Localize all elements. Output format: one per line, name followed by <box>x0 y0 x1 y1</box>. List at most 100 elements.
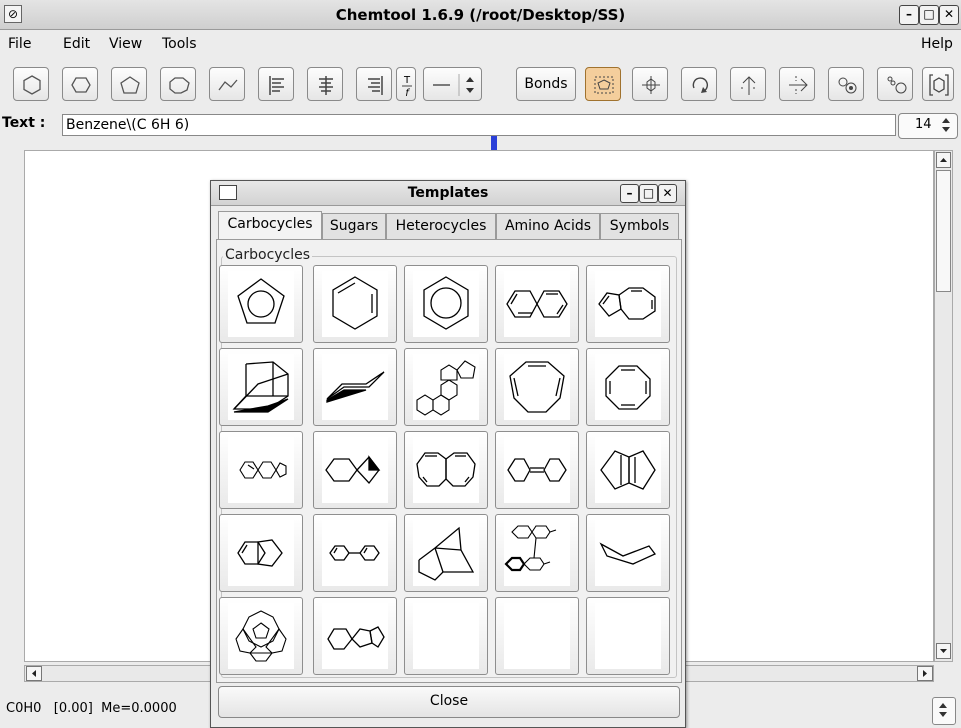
tab-symbols[interactable]: Symbols <box>600 213 679 240</box>
template-small-fused-rings[interactable] <box>219 431 303 509</box>
hexagon-tool-button[interactable] <box>13 67 49 101</box>
polycyclic-cage-icon <box>235 610 287 662</box>
align-left-button[interactable] <box>258 67 294 101</box>
scroll-right-icon[interactable] <box>917 666 933 681</box>
cyclooctatetraene-icon <box>605 365 651 410</box>
scroll-up-icon[interactable] <box>936 152 951 168</box>
binaphthyl-icon <box>504 525 557 572</box>
chain-icon <box>218 79 238 91</box>
text-orientation-icon: T f <box>402 75 412 99</box>
tab-amino-acids[interactable]: Amino Acids <box>496 213 600 240</box>
steroid-skeleton-icon <box>416 360 476 416</box>
vertical-scrollbar[interactable] <box>934 150 953 662</box>
font-size-spinner[interactable]: 14 <box>898 113 958 139</box>
chair-cyclohexane-icon <box>326 371 385 403</box>
biphenyl-icon <box>329 545 380 561</box>
select-icon <box>594 76 614 94</box>
chain-tool-button[interactable] <box>209 67 245 101</box>
rotate-tool-button[interactable] <box>681 67 717 101</box>
pentagon-tool-button[interactable] <box>111 67 147 101</box>
spinner-arrows-icon[interactable] <box>939 114 953 136</box>
template-spiro-compound[interactable] <box>313 431 397 509</box>
close-button[interactable]: Close <box>218 686 680 718</box>
status-text: C0H0 [0.00] Me=0.0000 <box>6 701 177 716</box>
template-empty-1[interactable] <box>404 597 488 675</box>
menu-edit[interactable]: Edit <box>63 36 90 52</box>
template-polycyclic-cage[interactable] <box>219 597 303 675</box>
move-tool-button[interactable] <box>632 67 668 101</box>
dialog-title-bar[interactable]: Templates – □ ✕ <box>211 181 685 206</box>
template-cycloheptatriene[interactable] <box>495 348 579 426</box>
bicycloheptatriene-icon <box>507 458 567 482</box>
template-benzene[interactable] <box>404 265 488 343</box>
add-hydrogen-button[interactable] <box>828 67 864 101</box>
minimize-icon[interactable]: – <box>899 5 919 25</box>
templates-dialog: Templates – □ ✕ Carbocycles Sugars Heter… <box>210 180 686 728</box>
template-naphthalene[interactable] <box>495 265 579 343</box>
zoom-spinner-icon <box>939 703 947 717</box>
template-cyclooctatetraene[interactable] <box>586 348 670 426</box>
svg-text:f: f <box>405 88 410 99</box>
title-bar[interactable]: ⊘ Chemtool 1.6.9 (/root/Desktop/SS) – □ … <box>0 0 961 30</box>
heptalene-icon <box>416 452 476 487</box>
small-fused-rings-icon <box>239 461 287 479</box>
template-heptalene[interactable] <box>404 431 488 509</box>
dialog-minimize-icon[interactable]: – <box>620 184 639 203</box>
template-button[interactable] <box>922 67 954 101</box>
align-center-button[interactable] <box>307 67 343 101</box>
text-input[interactable] <box>62 114 896 136</box>
scroll-left-icon[interactable] <box>26 666 42 681</box>
template-azulene[interactable] <box>586 265 670 343</box>
text-orientation-button[interactable]: T f <box>396 67 416 101</box>
menu-help[interactable]: Help <box>921 36 953 52</box>
window-title: Chemtool 1.6.9 (/root/Desktop/SS) <box>335 6 626 24</box>
hexagon-horizontal-tool-button[interactable] <box>62 67 98 101</box>
align-right-icon <box>368 76 383 95</box>
heptagon-tool-button[interactable] <box>160 67 196 101</box>
template-adamantane[interactable] <box>219 348 303 426</box>
select-tool-button[interactable] <box>585 67 621 101</box>
tab-heterocycles[interactable]: Heterocycles <box>386 213 496 240</box>
line-style-select[interactable] <box>423 67 482 101</box>
vertical-scroll-thumb[interactable] <box>936 170 951 292</box>
menu-view[interactable]: View <box>109 36 142 52</box>
flip-horizontal-icon <box>741 76 757 95</box>
bonds-button[interactable]: Bonds <box>516 67 576 101</box>
template-cyclohexane[interactable] <box>313 265 397 343</box>
dialog-maximize-icon[interactable]: □ <box>639 184 658 203</box>
bridged-bicycle-icon <box>600 450 656 490</box>
template-biphenyl[interactable] <box>313 514 397 592</box>
template-binaphthyl[interactable] <box>495 514 579 592</box>
menu-tools[interactable]: Tools <box>162 36 197 52</box>
benzene-icon <box>423 276 469 330</box>
template-steroid-skeleton[interactable] <box>404 348 488 426</box>
template-empty-3[interactable] <box>586 597 670 675</box>
scroll-down-icon[interactable] <box>936 643 951 659</box>
text-row: Text : 14 <box>0 112 961 139</box>
close-icon[interactable]: ✕ <box>939 5 959 25</box>
template-bicycloheptatriene[interactable] <box>495 431 579 509</box>
template-bridged-bicycle[interactable] <box>586 431 670 509</box>
zoom-spinner[interactable] <box>932 697 956 725</box>
tab-carbocycles[interactable]: Carbocycles <box>218 211 322 240</box>
atoms-icon <box>887 76 907 94</box>
menu-file[interactable]: File <box>8 36 31 52</box>
template-boat-cyclohexane[interactable] <box>586 514 670 592</box>
atom-tool-button[interactable] <box>877 67 913 101</box>
tab-sugars[interactable]: Sugars <box>322 213 386 240</box>
spiro-compound-icon <box>325 455 381 485</box>
template-chair-cyclohexane[interactable] <box>313 348 397 426</box>
template-norbornane[interactable] <box>404 514 488 592</box>
norbornane-icon <box>418 526 475 581</box>
dialog-close-icon[interactable]: ✕ <box>658 184 677 203</box>
template-pentalene-dimer[interactable] <box>313 597 397 675</box>
toolbar: T f Bonds <box>0 60 961 161</box>
template-cyclopentadienyl[interactable] <box>219 265 303 343</box>
align-right-button[interactable] <box>356 67 392 101</box>
flip-vertical-button[interactable] <box>779 67 815 101</box>
maximize-icon[interactable]: □ <box>919 5 939 25</box>
template-indane[interactable] <box>219 514 303 592</box>
bracket-ring-icon <box>929 74 949 96</box>
flip-horizontal-button[interactable] <box>730 67 766 101</box>
template-empty-2[interactable] <box>495 597 579 675</box>
